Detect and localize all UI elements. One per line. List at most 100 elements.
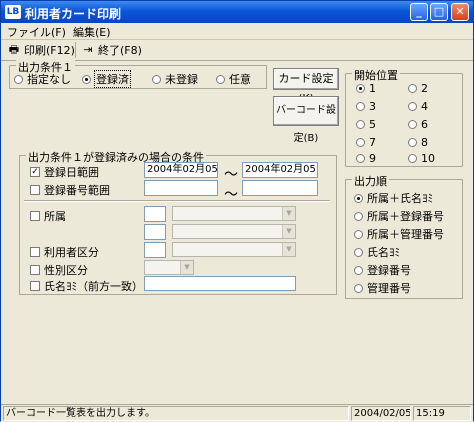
minimize-button[interactable]: _ — [410, 3, 428, 21]
order-name-kana-control[interactable] — [354, 247, 363, 257]
name-kana-check-control[interactable] — [30, 281, 40, 291]
start-pos-3-control[interactable] — [356, 102, 365, 111]
registration-number-checkbox[interactable]: 登録番号範囲 — [30, 182, 110, 198]
start-pos-1[interactable]: 1 — [356, 82, 376, 95]
start-pos-9-control[interactable] — [356, 154, 365, 163]
start-pos-4-control[interactable] — [408, 102, 417, 111]
start-pos-7[interactable]: 7 — [356, 136, 376, 149]
affiliation-check-control[interactable] — [30, 211, 40, 221]
chevron-down-icon[interactable]: ▼ — [282, 243, 295, 256]
radio-unspecified[interactable]: 指定なし — [14, 71, 71, 87]
radio-arbitrary-control[interactable] — [216, 74, 225, 84]
menu-edit[interactable]: 編集(E) — [73, 24, 111, 40]
start-pos-10-control[interactable] — [408, 154, 417, 163]
start-pos-5-control[interactable] — [356, 120, 365, 129]
user-category-combo[interactable]: ▼ — [172, 242, 296, 257]
gender-checkbox[interactable]: 性別区分 — [30, 262, 88, 278]
affiliation-checkbox[interactable]: 所属 — [30, 208, 66, 224]
registration-date-checkbox[interactable]: ✓ 登録日範囲 — [30, 164, 99, 180]
order-affiliation-mgmtno[interactable]: 所属＋管理番号 — [354, 226, 444, 242]
start-pos-10[interactable]: 10 — [408, 152, 435, 165]
affiliation-code-1[interactable] — [144, 206, 166, 222]
toolbar-separator — [75, 42, 76, 58]
title-bar[interactable]: LB 利用者カード印刷 _ □ ✕ — [1, 1, 473, 23]
order-name-kana[interactable]: 氏名ﾖﾐ — [354, 244, 400, 260]
radio-unregistered[interactable]: 未登録 — [152, 71, 198, 87]
start-pos-2-control[interactable] — [408, 84, 417, 93]
order-mgmtno-label: 管理番号 — [367, 282, 411, 295]
start-pos-8[interactable]: 8 — [408, 136, 428, 149]
affiliation-combo-2[interactable]: ▼ — [172, 224, 296, 239]
maximize-button[interactable]: □ — [430, 3, 448, 21]
chevron-down-icon[interactable]: ▼ — [180, 261, 193, 274]
registration-date-check-control[interactable]: ✓ — [30, 167, 40, 177]
order-mgmtno[interactable]: 管理番号 — [354, 280, 411, 296]
registration-number-check-control[interactable] — [30, 185, 40, 195]
barcode-settings-label: バーコード設定(B) — [276, 105, 336, 144]
order-affiliation-regno-label: 所属＋登録番号 — [367, 210, 444, 223]
start-pos-7-control[interactable] — [356, 138, 365, 147]
start-pos-5-label: 5 — [369, 118, 376, 131]
output-order-title: 出力順 — [352, 173, 389, 189]
affiliation-combo-1[interactable]: ▼ — [172, 206, 296, 221]
affiliation-code-2[interactable] — [144, 224, 166, 240]
order-affiliation-name[interactable]: 所属＋氏名ﾖﾐ — [354, 190, 433, 206]
name-kana-input[interactable] — [144, 276, 296, 291]
user-category-code[interactable] — [144, 242, 166, 258]
order-regno[interactable]: 登録番号 — [354, 262, 411, 278]
name-kana-checkbox[interactable]: 氏名ﾖﾐ（前方一致） — [30, 278, 143, 294]
chevron-down-icon[interactable]: ▼ — [282, 225, 295, 238]
print-button[interactable]: 🖶 印刷(F12) — [7, 42, 75, 58]
start-pos-1-control[interactable] — [356, 84, 365, 93]
radio-unregistered-control[interactable] — [152, 74, 161, 84]
registration-date-from[interactable]: 2004年02月05日 — [144, 162, 218, 178]
user-category-check-control[interactable] — [30, 247, 40, 257]
radio-unspecified-control[interactable] — [14, 74, 23, 84]
start-pos-6[interactable]: 6 — [408, 118, 428, 131]
start-pos-9[interactable]: 9 — [356, 152, 376, 165]
start-pos-8-control[interactable] — [408, 138, 417, 147]
order-affiliation-name-control[interactable] — [354, 193, 363, 203]
start-pos-3[interactable]: 3 — [356, 100, 376, 113]
card-settings-button[interactable]: カード設定(K) — [273, 68, 339, 105]
close-button[interactable]: ✕ — [451, 3, 469, 21]
start-pos-2[interactable]: 2 — [408, 82, 428, 95]
radio-arbitrary-label: 任意 — [229, 73, 251, 86]
chevron-down-icon[interactable]: ▼ — [282, 207, 295, 220]
radio-arbitrary[interactable]: 任意 — [216, 71, 251, 87]
menu-file[interactable]: ファイル(F) — [7, 24, 66, 40]
radio-registered[interactable]: 登録済 — [82, 70, 131, 88]
registration-date-to[interactable]: 2004年02月05日 — [242, 162, 318, 178]
user-category-checkbox[interactable]: 利用者区分 — [30, 244, 99, 260]
order-regno-label: 登録番号 — [367, 264, 411, 277]
registered-conditions-group: 出力条件１が登録済みの場合の条件 ✓ 登録日範囲 2004年02月05日 ～ 2… — [19, 149, 337, 295]
start-pos-10-label: 10 — [421, 152, 435, 165]
start-pos-7-label: 7 — [369, 136, 376, 149]
start-pos-3-label: 3 — [369, 100, 376, 113]
order-mgmtno-control[interactable] — [354, 283, 363, 293]
start-position-title: 開始位置 — [352, 67, 400, 83]
status-bar: バーコード一覧表を出力します。 2004/02/05 15:19 — [1, 404, 473, 422]
order-regno-control[interactable] — [354, 265, 363, 275]
order-affiliation-name-label: 所属＋氏名ﾖﾐ — [367, 192, 433, 205]
registration-number-to[interactable] — [242, 180, 318, 196]
name-kana-label: 氏名ﾖﾐ（前方一致） — [44, 280, 143, 293]
registration-date-tilde: ～ — [224, 167, 238, 183]
gender-label: 性別区分 — [44, 264, 88, 277]
start-pos-6-label: 6 — [421, 118, 428, 131]
start-pos-4[interactable]: 4 — [408, 100, 428, 113]
user-category-label: 利用者区分 — [44, 246, 99, 259]
start-pos-5[interactable]: 5 — [356, 118, 376, 131]
barcode-settings-button[interactable]: バーコード設定(B) — [273, 96, 339, 144]
registration-number-from[interactable] — [144, 180, 218, 196]
radio-registered-control[interactable] — [82, 74, 91, 84]
order-affiliation-regno-control[interactable] — [354, 211, 363, 221]
exit-button[interactable]: ⇥ 終了(F8) — [81, 42, 142, 58]
gender-combo[interactable]: ▼ — [144, 260, 194, 275]
order-affiliation-regno[interactable]: 所属＋登録番号 — [354, 208, 444, 224]
order-affiliation-mgmtno-control[interactable] — [354, 229, 363, 239]
start-pos-6-control[interactable] — [408, 120, 417, 129]
registration-date-label: 登録日範囲 — [44, 166, 99, 179]
gender-check-control[interactable] — [30, 265, 40, 275]
start-pos-2-label: 2 — [421, 82, 428, 95]
